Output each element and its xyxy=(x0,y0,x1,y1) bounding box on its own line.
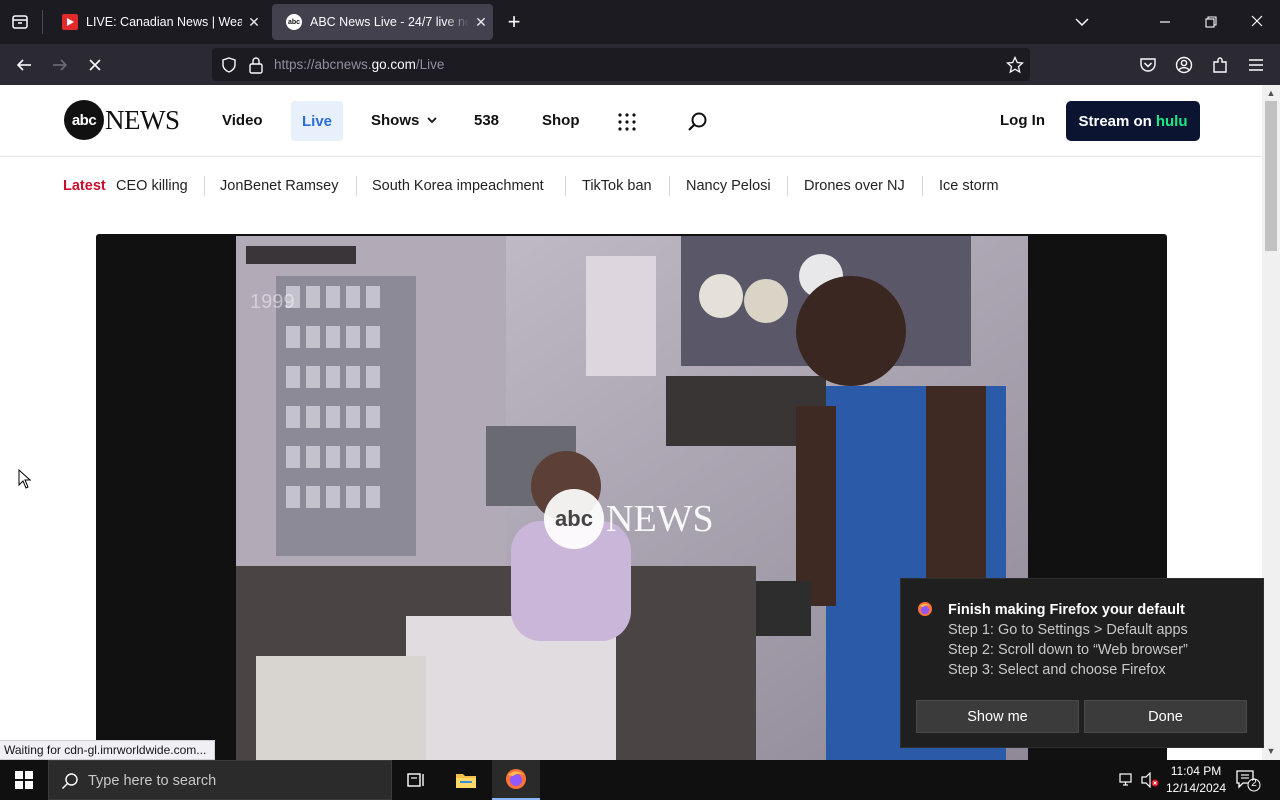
file-explorer-icon[interactable] xyxy=(442,760,490,800)
forward-arrow-icon[interactable] xyxy=(49,54,71,76)
topic-divider xyxy=(922,176,923,196)
login-link[interactable]: Log In xyxy=(1000,112,1045,129)
topic-link[interactable]: Nancy Pelosi xyxy=(686,178,771,194)
taskbar-clock[interactable]: 11:04 PM 12/14/2024 xyxy=(1160,763,1232,797)
video-year-overlay: 1999 xyxy=(250,291,295,313)
abc-news-watermark: abc NEWS xyxy=(544,489,714,549)
watermark-word: NEWS xyxy=(606,498,714,540)
browser-navigation-bar: https://abcnews.go.com/Live xyxy=(0,44,1280,85)
nav-538[interactable]: 538 xyxy=(474,112,499,129)
tab-close-icon[interactable]: ✕ xyxy=(469,14,493,31)
topic-divider xyxy=(669,176,670,196)
notification-title: Finish making Firefox your default xyxy=(948,602,1185,618)
windows-start-icon[interactable] xyxy=(0,760,48,800)
topic-link[interactable]: South Korea impeachment xyxy=(372,178,544,194)
new-tab-plus-icon[interactable]: + xyxy=(503,11,525,34)
nav-live[interactable]: Live xyxy=(291,101,343,141)
topic-divider xyxy=(356,176,357,196)
tab-title: LIVE: Canadian News | Weather xyxy=(86,15,242,29)
logo-word: NEWS xyxy=(105,104,180,135)
tab-close-icon[interactable]: ✕ xyxy=(242,14,266,31)
hamburger-menu-icon[interactable] xyxy=(1245,54,1267,76)
hulu-brand: hulu xyxy=(1155,112,1188,130)
topic-link[interactable]: Drones over NJ xyxy=(804,178,905,194)
topic-link[interactable]: Ice storm xyxy=(939,178,999,194)
restore-icon[interactable] xyxy=(1200,12,1222,32)
lock-icon[interactable] xyxy=(248,56,264,79)
list-all-tabs-chevron-icon[interactable] xyxy=(1071,12,1093,32)
firefox-icon xyxy=(917,601,933,617)
topic-divider xyxy=(204,176,205,196)
topic-divider xyxy=(565,176,566,196)
firefox-taskbar-icon[interactable] xyxy=(492,760,540,800)
stream-on-hulu-button[interactable]: Stream on hulu xyxy=(1066,101,1200,141)
bookmark-star-icon[interactable] xyxy=(1005,55,1025,79)
pocket-icon[interactable] xyxy=(1137,54,1159,76)
tab-divider xyxy=(42,10,43,34)
logo-circle: abc xyxy=(64,100,104,140)
notification-step: Step 3: Select and choose Firefox xyxy=(948,662,1166,678)
action-center-icon[interactable]: 2 xyxy=(1234,768,1262,792)
page-scrollbar[interactable]: ▲ ▼ xyxy=(1262,85,1280,760)
mouse-cursor-icon xyxy=(18,468,32,494)
scroll-up-arrow-icon[interactable]: ▲ xyxy=(1266,88,1276,98)
watermark-circle: abc xyxy=(544,489,604,549)
topic-link[interactable]: TikTok ban xyxy=(582,178,652,194)
clock-time: 11:04 PM xyxy=(1170,764,1222,778)
browser-tab-strip: LIVE: Canadian News | Weather ✕ abc ABC … xyxy=(0,0,1280,44)
notification-step: Step 1: Go to Settings > Default apps xyxy=(948,622,1188,638)
topic-link[interactable]: CEO killing xyxy=(116,178,188,194)
chevron-down-icon xyxy=(426,117,437,124)
tab-list-icon[interactable] xyxy=(8,11,32,33)
status-tooltip: Waiting for cdn-gl.imrworldwide.com... xyxy=(0,740,216,760)
volume-muted-icon[interactable] xyxy=(1141,771,1159,793)
stream-label: Stream on xyxy=(1078,112,1152,130)
url-text[interactable]: https://abcnews.go.com/Live xyxy=(274,57,444,72)
latest-label: Latest xyxy=(63,178,106,194)
address-bar[interactable]: https://abcnews.go.com/Live xyxy=(212,48,1030,81)
tab-canadian-news[interactable]: LIVE: Canadian News | Weather ✕ xyxy=(48,4,266,40)
topic-link[interactable]: JonBenet Ramsey xyxy=(220,178,338,194)
stop-loading-icon[interactable] xyxy=(84,54,106,76)
scrollbar-thumb[interactable] xyxy=(1265,101,1277,251)
abc-favicon-icon: abc xyxy=(286,14,302,30)
nav-shows-label: Shows xyxy=(371,112,420,129)
network-icon[interactable] xyxy=(1118,772,1136,793)
taskbar-search-box[interactable]: Type here to search xyxy=(48,760,392,800)
latest-topics-bar: Latest CEO killing JonBenet Ramsey South… xyxy=(0,158,1262,216)
close-window-icon[interactable] xyxy=(1246,12,1268,32)
notification-step: Step 2: Scroll down to “Web browser” xyxy=(948,642,1188,658)
account-icon[interactable] xyxy=(1173,54,1195,76)
nav-shows[interactable]: Shows xyxy=(371,112,438,129)
back-arrow-icon[interactable] xyxy=(13,54,35,76)
scroll-down-arrow-icon[interactable]: ▼ xyxy=(1266,746,1276,756)
show-me-button[interactable]: Show me xyxy=(916,700,1079,733)
abc-news-logo[interactable]: abc NEWS xyxy=(64,100,180,140)
extensions-puzzle-icon[interactable] xyxy=(1209,54,1231,76)
tab-title: ABC News Live - 24/7 live news xyxy=(310,15,469,29)
done-button[interactable]: Done xyxy=(1084,700,1247,733)
ctv-favicon-icon xyxy=(62,14,78,30)
firefox-default-notification: Finish making Firefox your default Step … xyxy=(900,578,1264,748)
tracking-shield-icon[interactable] xyxy=(220,56,238,79)
windows-taskbar: Type here to search 11:04 PM 12/14/2024 … xyxy=(0,760,1280,800)
notification-count-badge: 2 xyxy=(1251,778,1257,789)
search-icon xyxy=(61,772,79,795)
task-view-icon[interactable] xyxy=(392,760,440,800)
topic-divider xyxy=(787,176,788,196)
minimize-icon[interactable] xyxy=(1154,12,1176,32)
search-placeholder: Type here to search xyxy=(88,773,217,789)
site-header: abc NEWS Video Live Shows 538 Shop Log I… xyxy=(0,85,1262,157)
search-icon[interactable] xyxy=(687,111,709,138)
nav-video[interactable]: Video xyxy=(222,112,263,129)
apps-grid-icon[interactable] xyxy=(617,112,637,137)
clock-date: 12/14/2024 xyxy=(1165,781,1227,795)
tab-abc-news-live[interactable]: abc ABC News Live - 24/7 live news ✕ xyxy=(272,4,493,40)
nav-shop[interactable]: Shop xyxy=(542,112,580,129)
